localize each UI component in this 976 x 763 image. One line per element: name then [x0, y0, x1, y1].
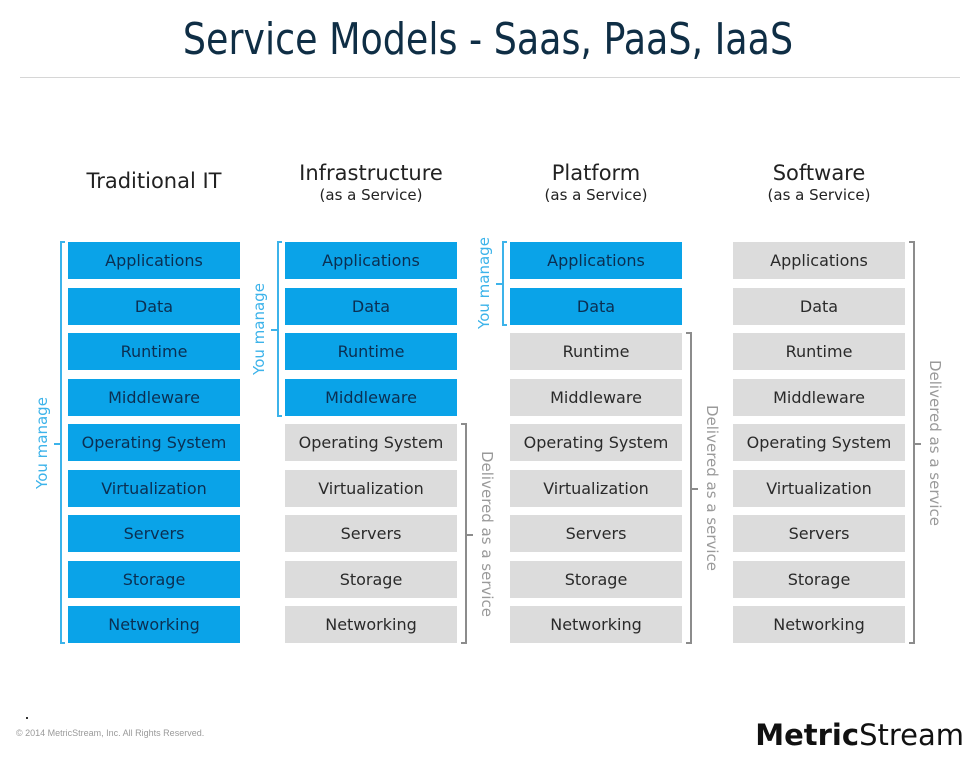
layer-virtualization-delivered: Virtualization — [510, 469, 682, 507]
layer-middleware-delivered: Middleware — [510, 378, 682, 416]
column-title-main: Traditional IT — [86, 169, 222, 193]
layer-applications-delivered: Applications — [733, 242, 905, 279]
layer-virtualization-delivered: Virtualization — [733, 469, 905, 507]
layer-middleware-managed: Middleware — [68, 378, 240, 416]
bullet-dot — [26, 717, 28, 719]
layer-applications-managed: Applications — [510, 242, 682, 279]
delivered-as-service-label: Delivered as a service — [478, 450, 496, 617]
layer-networking-delivered: Networking — [285, 606, 457, 643]
column-title-main: Platform — [551, 161, 641, 185]
you-manage-label: You manage — [250, 282, 268, 375]
layer-servers-delivered: Servers — [510, 515, 682, 552]
column-title: Software (as a Service) — [733, 160, 905, 204]
layer-applications-managed: Applications — [68, 242, 240, 279]
layer-virtualization-delivered: Virtualization — [285, 469, 457, 507]
layer-networking-managed: Networking — [68, 606, 240, 643]
column-title: Traditional IT — [68, 168, 240, 194]
delivered-as-service-bracket-tick — [915, 442, 921, 445]
layer-data-managed: Data — [68, 287, 240, 325]
layer-data-delivered: Data — [733, 287, 905, 325]
layer-operating-system-managed: Operating System — [68, 424, 240, 461]
column-title: Platform (as a Service) — [510, 160, 682, 204]
layer-data-managed: Data — [285, 287, 457, 325]
layer-networking-delivered: Networking — [510, 606, 682, 643]
slide-title: Service Models - Saas, PaaS, IaaS — [182, 14, 794, 65]
layer-storage-managed: Storage — [68, 560, 240, 598]
metricstream-logo: MetricStream — [755, 718, 964, 752]
layer-runtime-delivered: Runtime — [733, 333, 905, 370]
layer-operating-system-delivered: Operating System — [285, 424, 457, 461]
layer-data-managed: Data — [510, 287, 682, 325]
you-manage-bracket-tick — [54, 442, 60, 445]
you-manage-bracket-tick — [496, 283, 502, 286]
layer-runtime-managed: Runtime — [285, 333, 457, 370]
layer-servers-delivered: Servers — [733, 515, 905, 552]
logo-regular: Stream — [859, 718, 964, 752]
layer-virtualization-managed: Virtualization — [68, 469, 240, 507]
layer-operating-system-delivered: Operating System — [733, 424, 905, 461]
delivered-as-service-label: Delivered as a service — [926, 359, 944, 526]
layer-middleware-delivered: Middleware — [733, 378, 905, 416]
layer-storage-delivered: Storage — [510, 560, 682, 598]
layer-operating-system-delivered: Operating System — [510, 424, 682, 461]
layer-applications-managed: Applications — [285, 242, 457, 279]
layer-servers-managed: Servers — [68, 515, 240, 552]
you-manage-bracket-tick — [271, 328, 277, 331]
delivered-as-service-bracket-tick — [692, 488, 698, 490]
delivered-as-service-label: Delivered as a service — [703, 404, 721, 572]
column-title-main: Software — [772, 161, 866, 185]
delivered-as-service-bracket-tick — [467, 533, 473, 536]
layer-networking-delivered: Networking — [733, 606, 905, 643]
logo-bold: Metric — [755, 718, 860, 752]
column-title: Infrastructure (as a Service) — [285, 160, 457, 204]
column-title-main: Infrastructure — [299, 161, 443, 185]
layer-middleware-managed: Middleware — [285, 378, 457, 416]
you-manage-bracket — [60, 241, 65, 644]
you-manage-label: You manage — [33, 396, 51, 489]
you-manage-bracket — [502, 241, 507, 326]
you-manage-bracket — [277, 241, 282, 417]
you-manage-label: You manage — [475, 237, 493, 330]
layer-runtime-managed: Runtime — [68, 333, 240, 370]
column-subtitle: (as a Service) — [544, 186, 648, 204]
column-subtitle: (as a Service) — [767, 186, 871, 204]
column-subtitle: (as a Service) — [319, 186, 423, 204]
layer-servers-delivered: Servers — [285, 515, 457, 552]
layer-storage-delivered: Storage — [285, 560, 457, 598]
layer-runtime-delivered: Runtime — [510, 333, 682, 370]
title-divider — [20, 77, 960, 78]
copyright-text: © 2014 MetricStream, Inc. All Rights Res… — [16, 728, 205, 738]
layer-storage-delivered: Storage — [733, 560, 905, 598]
